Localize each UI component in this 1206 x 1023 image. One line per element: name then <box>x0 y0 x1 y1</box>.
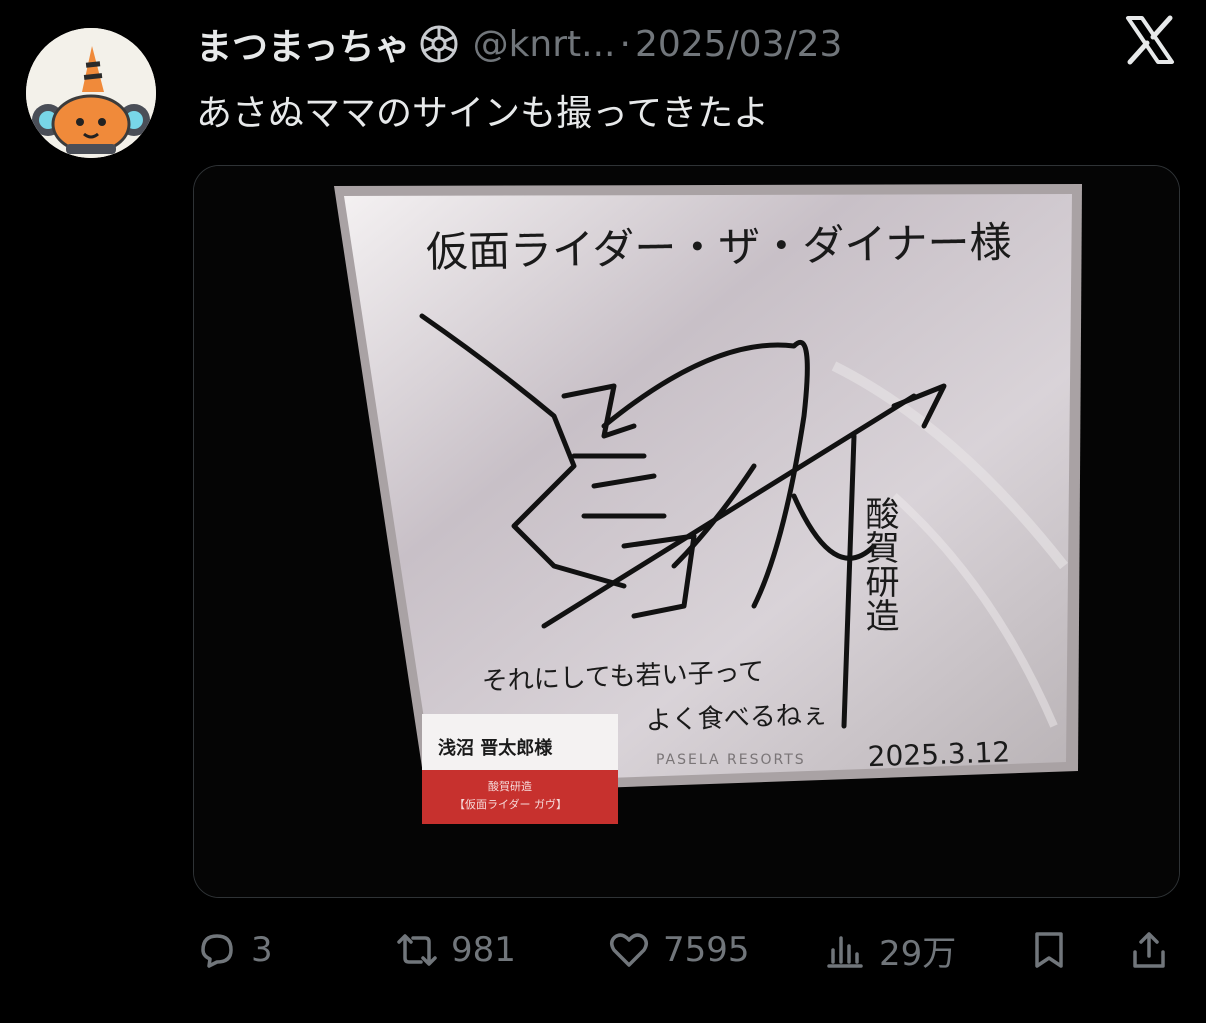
views-count: 29万 <box>879 933 957 974</box>
avatar[interactable] <box>26 28 156 158</box>
separator: · <box>619 23 631 65</box>
name-card: 浅沼 晋太郎様 酸賀研造 【仮面ライダー ガヴ】 <box>422 714 618 824</box>
like-count: 7595 <box>663 930 750 970</box>
post-header: まつまっちゃ @knrt... · 2025/03/23 <box>196 18 842 70</box>
action-bar: 3 981 7595 29万 <box>195 920 1175 980</box>
badge-icon <box>419 24 459 64</box>
repost-count: 981 <box>451 930 516 970</box>
heart-icon <box>610 933 648 967</box>
views-icon <box>827 936 863 968</box>
autograph-photo: 仮面ライダー・ザ・ダイナー様 酸賀研造 それにしても若い子って よく食べるねぇ … <box>194 166 1179 897</box>
handle[interactable]: @knrt... <box>473 24 616 65</box>
repost-button[interactable]: 981 <box>395 920 516 980</box>
avatar-image <box>26 28 156 158</box>
views-button[interactable]: 29万 <box>823 920 956 980</box>
reply-icon <box>201 934 233 968</box>
name-card-title: 浅沼 晋太郎様 <box>438 737 553 759</box>
signature-date: 2025.3.12 <box>867 735 1011 773</box>
pasela-brand: PASELA RESORTS <box>656 752 806 768</box>
name-card-sub2: 【仮面ライダー ガヴ】 <box>454 797 567 811</box>
post-image[interactable]: 仮面ライダー・ザ・ダイナー様 酸賀研造 それにしても若い子って よく食べるねぇ … <box>193 165 1180 898</box>
post-text: あさぬママのサインも撮ってきたよ <box>196 93 770 134</box>
bookmark-button[interactable] <box>1027 920 1083 980</box>
repost-icon <box>397 934 437 966</box>
signature-top-line: 仮面ライダー・ザ・ダイナー様 <box>426 217 1012 276</box>
signature-message-line2: よく食べるねぇ <box>645 700 828 736</box>
bookmark-icon <box>1035 932 1063 968</box>
signature-vertical-name: 酸賀研造 <box>859 496 899 632</box>
display-name[interactable]: まつまっちゃ <box>196 18 411 70</box>
reply-button[interactable]: 3 <box>195 920 273 980</box>
name-card-sub1: 酸賀研造 <box>488 779 532 793</box>
share-button[interactable] <box>1127 920 1183 980</box>
share-icon <box>1133 932 1165 968</box>
reply-count: 3 <box>251 930 273 970</box>
like-button[interactable]: 7595 <box>607 920 750 980</box>
x-logo-icon[interactable] <box>1124 14 1176 66</box>
post-date[interactable]: 2025/03/23 <box>635 24 843 65</box>
